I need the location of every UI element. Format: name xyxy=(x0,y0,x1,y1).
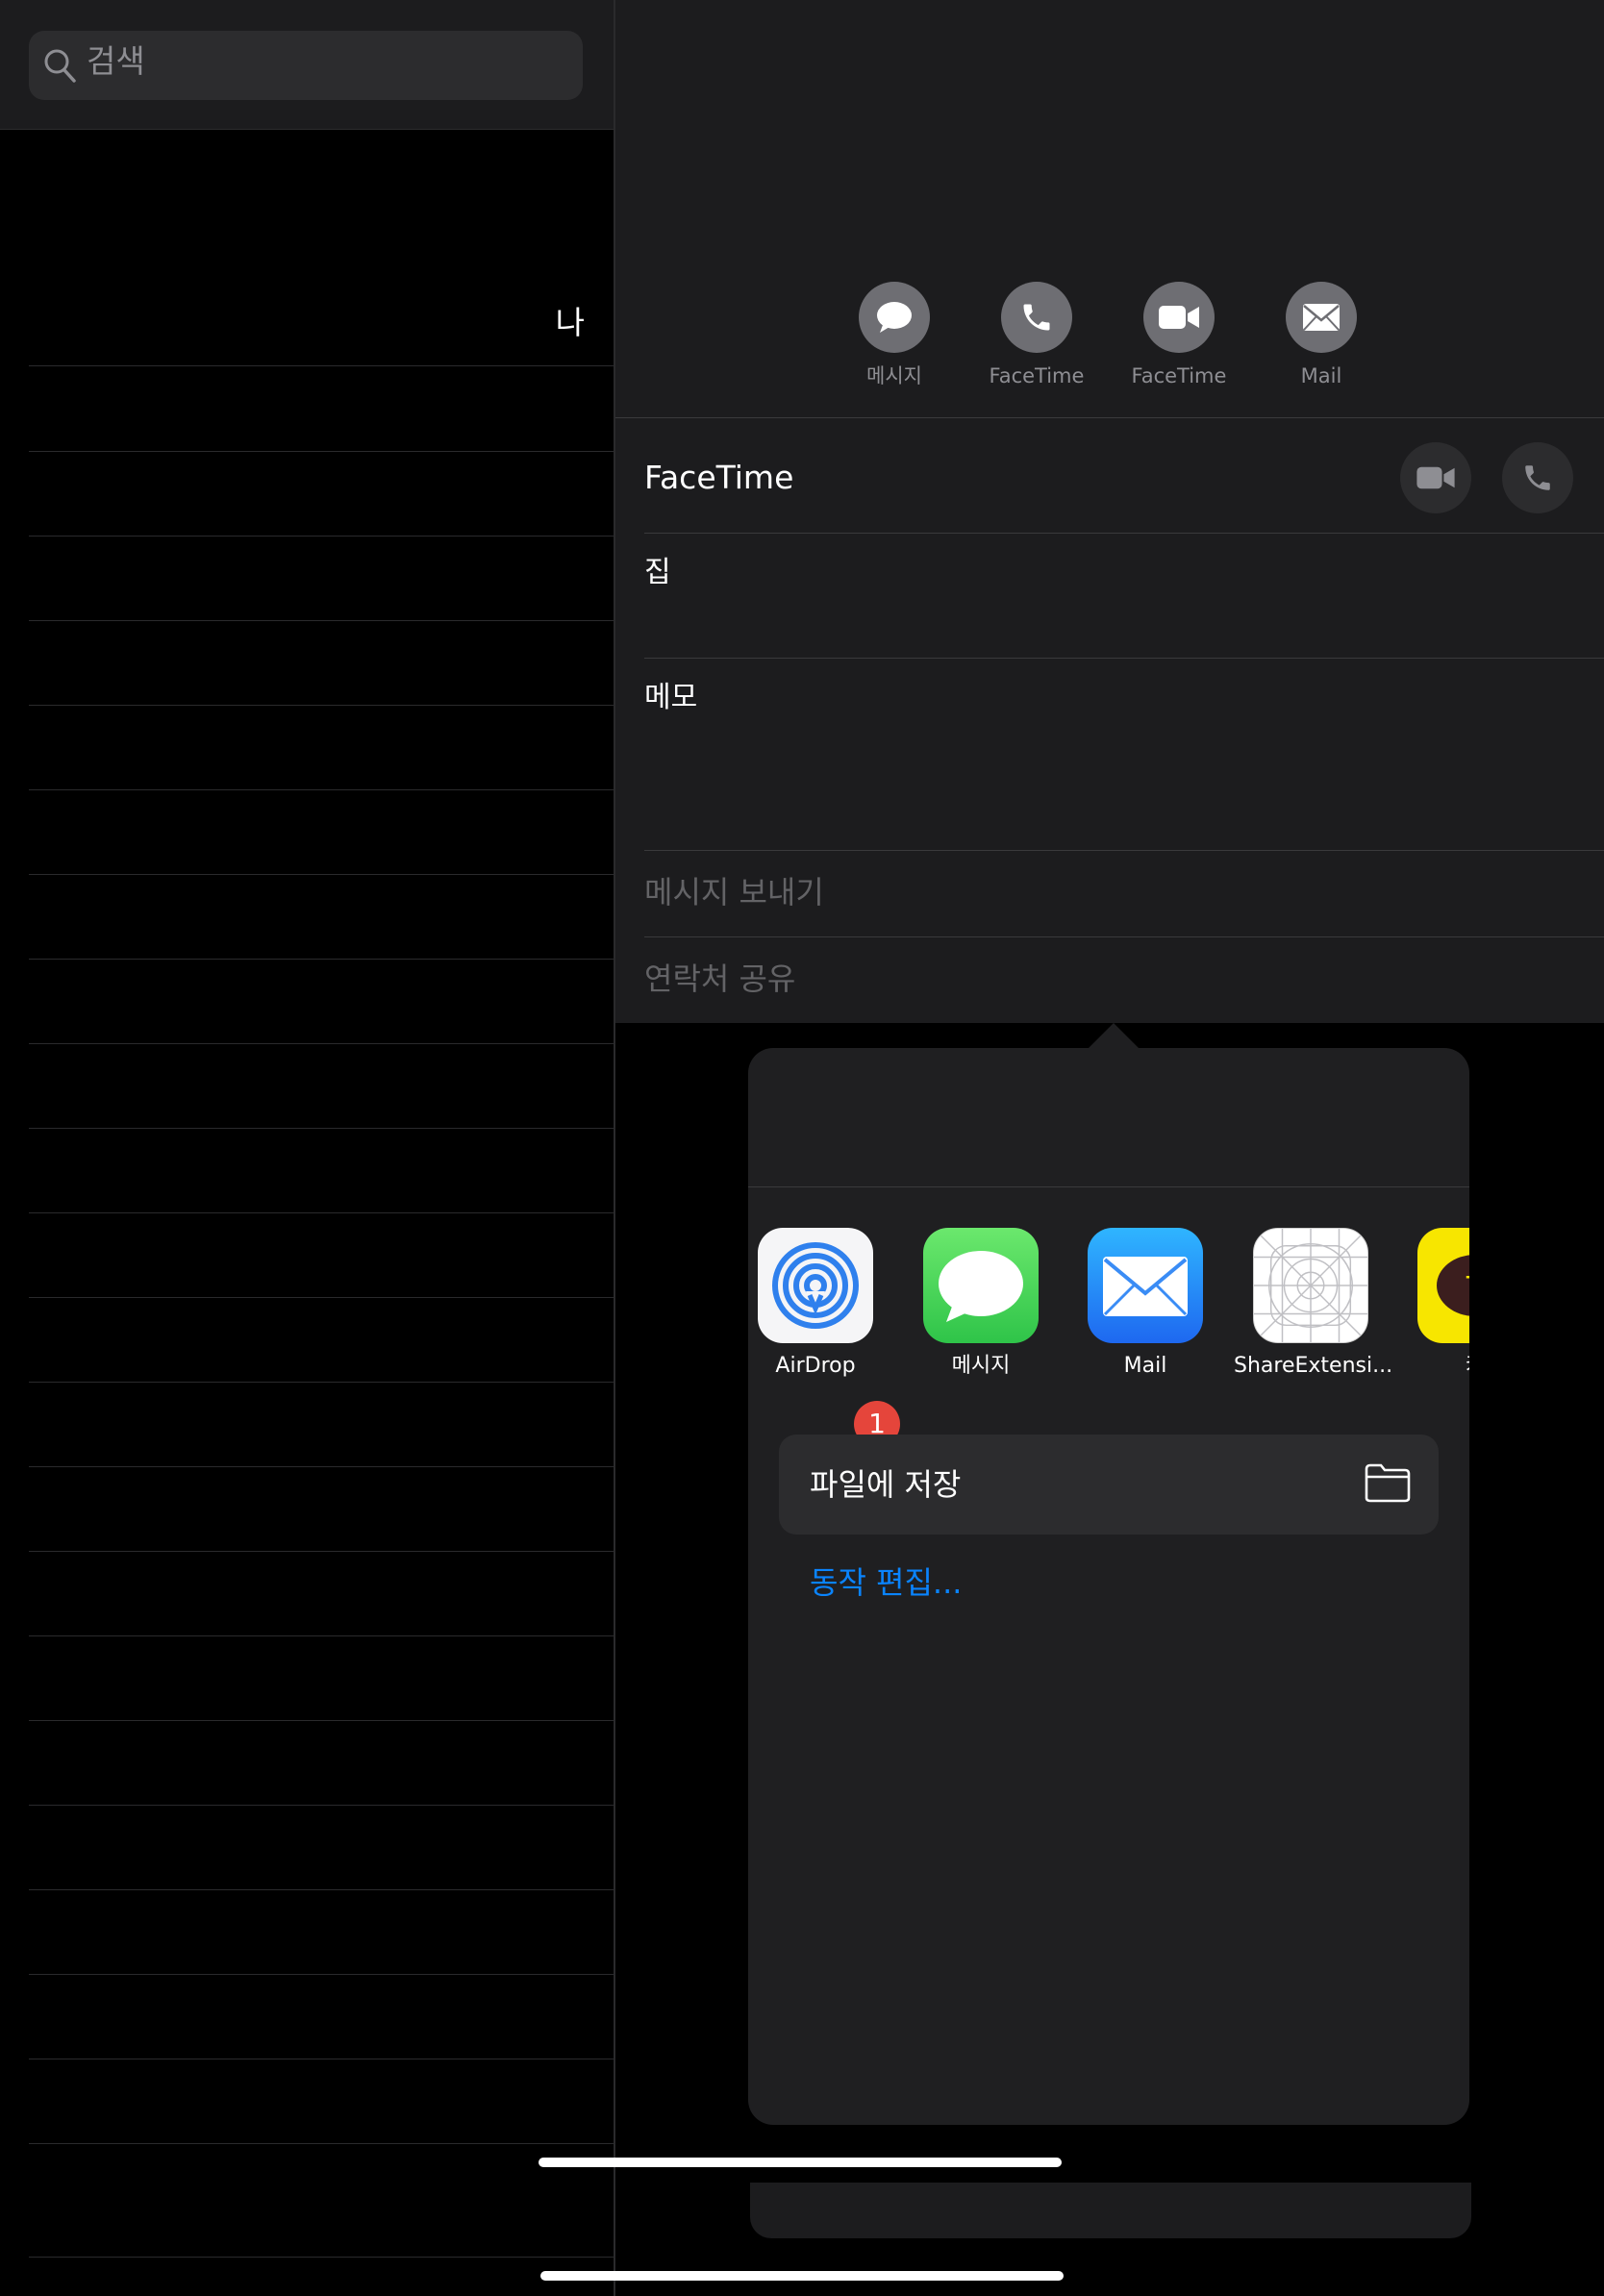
list-separator xyxy=(29,536,614,537)
divider xyxy=(644,533,1604,534)
action-label: 메시지 xyxy=(866,364,922,387)
share-app-mail[interactable]: Mail xyxy=(1068,1228,1222,1380)
save-to-files-button[interactable]: 파일에 저장 xyxy=(779,1435,1439,1535)
list-separator xyxy=(29,451,614,452)
list-separator xyxy=(29,1382,614,1383)
divider xyxy=(615,417,1604,418)
mail-app-icon xyxy=(1088,1228,1203,1343)
list-separator xyxy=(29,1974,614,1975)
list-separator xyxy=(29,789,614,790)
messages-app-icon xyxy=(923,1228,1039,1343)
list-separator xyxy=(29,2143,614,2144)
video-icon xyxy=(1416,466,1455,489)
popover-arrow xyxy=(1087,1023,1140,1050)
search-placeholder: 검색 xyxy=(87,42,145,80)
home-indicator[interactable] xyxy=(540,2271,1064,2281)
action-label: FaceTime xyxy=(1131,364,1227,387)
app-label: Mail xyxy=(1123,1354,1167,1378)
list-separator xyxy=(29,1635,614,1636)
app-label: AirDrop xyxy=(775,1354,856,1378)
app-label: 메시지 xyxy=(951,1354,1011,1378)
action-facetime-audio[interactable]: FaceTime xyxy=(979,282,1094,389)
save-to-files-label: 파일에 저장 xyxy=(810,1466,962,1503)
svg-text:T: T xyxy=(1466,1271,1469,1305)
phone-icon xyxy=(1001,282,1072,353)
list-separator xyxy=(29,1128,614,1129)
list-separator xyxy=(29,959,614,960)
contacts-list-pane xyxy=(0,0,614,2296)
kakaotalk-icon: T xyxy=(1417,1228,1469,1343)
action-message[interactable]: 메시지 xyxy=(837,282,952,389)
memo-field-label[interactable]: 메모 xyxy=(644,675,697,721)
list-separator xyxy=(29,705,614,706)
list-separator xyxy=(29,1805,614,1806)
facetime-audio-button[interactable] xyxy=(1502,442,1573,513)
app-label: ShareExtensi... xyxy=(1234,1354,1393,1378)
list-separator xyxy=(29,1889,614,1890)
list-separator xyxy=(29,874,614,875)
share-sheet: AirDrop 1 메시지 Mail ShareExtensi... 파일에 저… xyxy=(748,1048,1469,2125)
list-separator xyxy=(29,1551,614,1552)
divider xyxy=(644,658,1604,659)
action-facetime-video[interactable]: FaceTime xyxy=(1121,282,1237,389)
action-mail[interactable]: Mail xyxy=(1264,282,1379,389)
share-app-share-extension[interactable]: ShareExtensi... xyxy=(1234,1228,1393,1380)
share-sheet-header-divider xyxy=(748,1186,1469,1187)
search-icon xyxy=(44,49,76,83)
app-label: 카 xyxy=(1398,1353,1469,1380)
list-separator xyxy=(29,1720,614,1721)
home-indicator[interactable] xyxy=(539,2158,1062,2167)
mail-icon xyxy=(1286,282,1357,353)
share-extension-icon xyxy=(1253,1228,1368,1343)
airdrop-icon xyxy=(758,1228,873,1343)
action-label: Mail xyxy=(1300,364,1342,387)
message-icon xyxy=(859,282,930,353)
list-separator xyxy=(29,365,614,366)
share-app-messages[interactable]: 메시지 xyxy=(904,1228,1058,1380)
folder-icon xyxy=(1365,1463,1411,1503)
list-separator xyxy=(29,2257,614,2258)
edit-actions-link[interactable]: 동작 편집... xyxy=(810,1560,962,1606)
share-app-airdrop[interactable]: AirDrop 1 xyxy=(748,1228,900,1447)
facetime-video-button[interactable] xyxy=(1400,442,1471,513)
list-separator xyxy=(29,1466,614,1467)
list-separator xyxy=(29,1297,614,1298)
list-separator xyxy=(29,1212,614,1213)
share-app-kakaotalk[interactable]: T 카 xyxy=(1398,1228,1469,1380)
facetime-row-title: FaceTime xyxy=(644,459,794,496)
divider xyxy=(644,850,1604,851)
divider xyxy=(644,936,1604,937)
home-field-label: 집 xyxy=(644,556,671,589)
phone-icon xyxy=(1525,465,1550,490)
list-separator xyxy=(29,1043,614,1044)
action-label: FaceTime xyxy=(989,364,1085,387)
list-separator xyxy=(29,620,614,621)
send-message-button[interactable]: 메시지 보내기 xyxy=(644,869,824,915)
video-icon xyxy=(1143,282,1215,353)
share-contact-button[interactable]: 연락처 공유 xyxy=(644,956,795,1002)
me-label[interactable]: 나 xyxy=(539,300,585,346)
underlying-sheet-edge xyxy=(750,2183,1471,2238)
